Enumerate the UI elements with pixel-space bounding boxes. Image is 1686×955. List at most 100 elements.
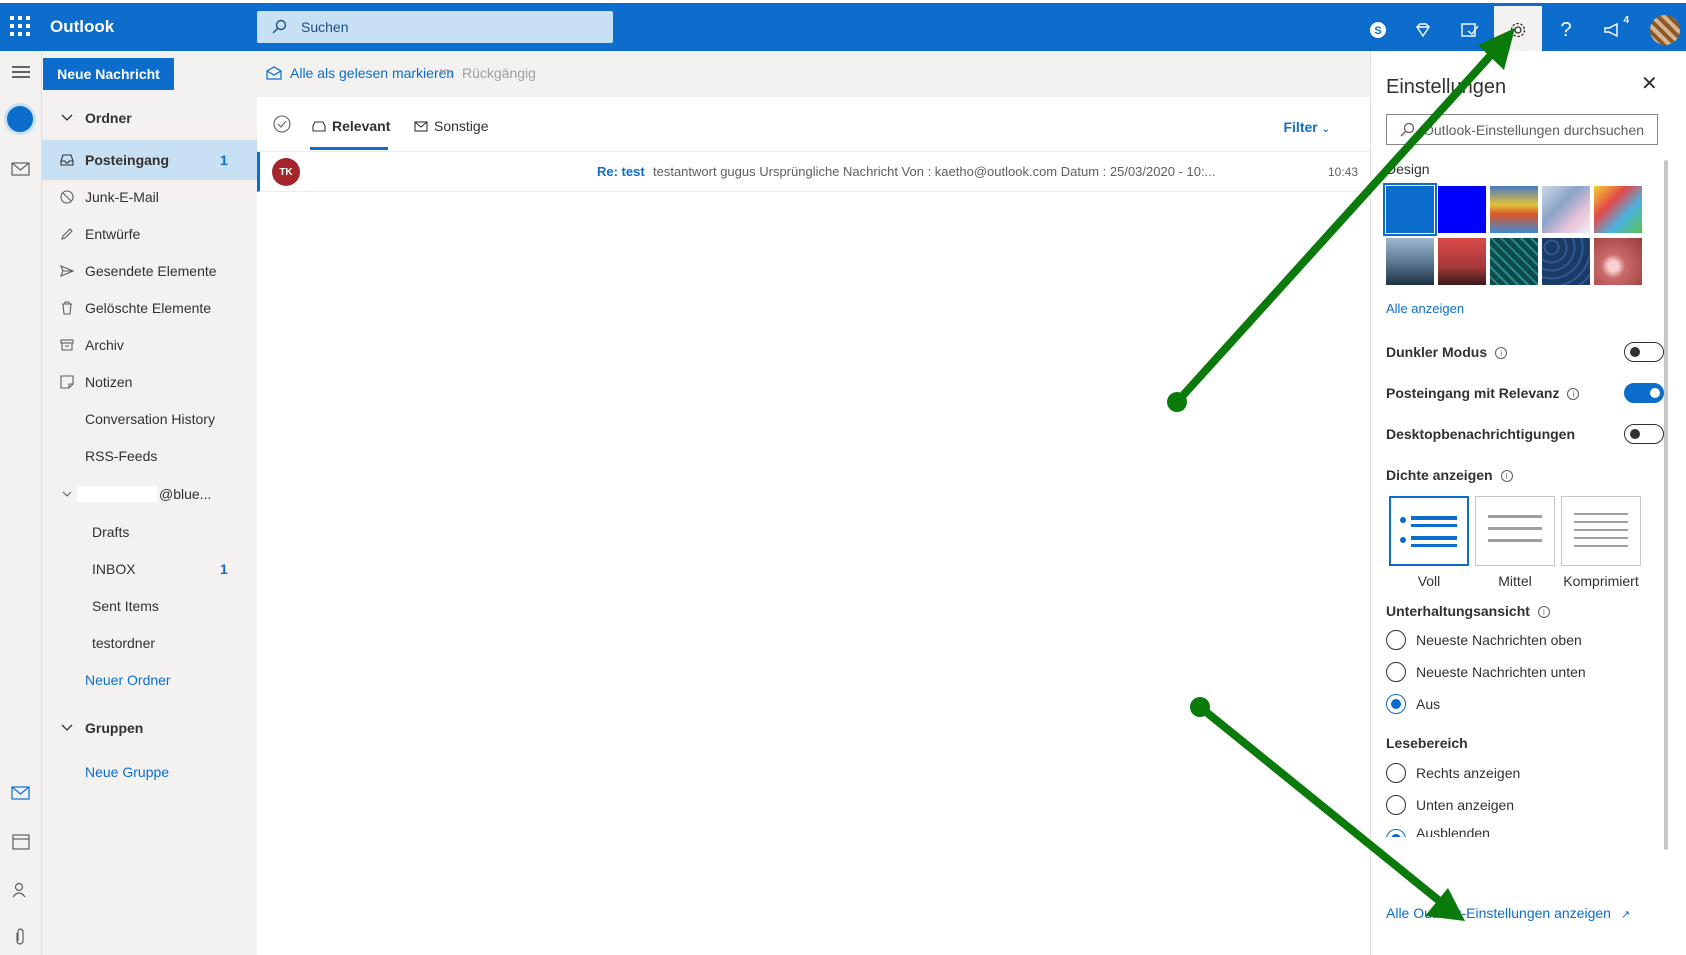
conv-newest-top-radio[interactable] [1386,630,1406,650]
theme-sunrise[interactable] [1490,186,1538,233]
rp-bottom-radio[interactable] [1386,795,1406,815]
skype-icon[interactable]: S [1354,6,1402,54]
undo-icon [440,69,453,79]
dark-mode-toggle[interactable] [1624,342,1664,362]
folder-item-junk[interactable]: Junk-E-Mail [42,177,257,217]
folder-item-drafts[interactable]: Entwürfe [42,214,257,254]
new-message-button[interactable]: Neue Nachricht [43,58,174,90]
tab-other-label: Sonstige [434,118,489,134]
account-header[interactable]: @blue... [42,474,257,514]
archive-icon [60,339,74,351]
folder-label: Notizen [85,374,133,390]
conv-newest-bottom-radio[interactable] [1386,662,1406,682]
rp-right-radio[interactable] [1386,763,1406,783]
density-medium-option[interactable] [1475,496,1555,566]
outlook-app-icon[interactable] [4,103,36,135]
desktop-notifications-toggle[interactable] [1624,424,1664,444]
folder-label: Sent Items [92,598,159,614]
rp-bottom-label: Unten anzeigen [1416,797,1515,813]
theme-space[interactable] [1542,238,1590,285]
app-launcher-icon[interactable] [8,14,32,38]
folder-item-sub-sent[interactable]: Sent Items [42,586,257,626]
inbox-icon [60,154,74,166]
theme-bright-blue[interactable] [1438,186,1486,233]
theme-abstract[interactable] [1542,186,1590,233]
my-day-icon[interactable] [1446,6,1494,54]
theme-circuit[interactable] [1490,238,1538,285]
close-icon[interactable]: ✕ [1641,71,1658,96]
settings-scrollbar[interactable] [1664,160,1668,850]
app-title[interactable]: Outlook [50,17,114,37]
folder-item-inbox[interactable]: Posteingang 1 [42,140,257,180]
search-icon [1400,122,1415,137]
chevron-down-icon [61,114,73,121]
user-avatar[interactable] [1650,15,1680,45]
folder-item-testordner[interactable]: testordner [42,623,257,663]
calendar-icon[interactable] [11,833,31,851]
info-icon: i [1567,388,1580,400]
folder-item-rss[interactable]: RSS-Feeds [42,436,257,476]
mail-icon[interactable] [11,161,31,177]
help-icon[interactable]: ? [1542,6,1590,54]
focused-inbox-toggle[interactable] [1624,383,1664,403]
all-settings-link[interactable]: Alle Outlook-Einstellungen anzeigen ↗ [1386,905,1630,921]
conversation-view-label: Unterhaltungsansicht i [1386,603,1550,619]
folder-item-sub-drafts[interactable]: Drafts [42,512,257,552]
new-folder-link[interactable]: Neuer Ordner [42,660,257,700]
hamburger-menu-icon[interactable] [10,63,32,81]
active-tab-indicator [310,147,388,150]
people-icon[interactable] [11,881,31,899]
folder-item-conversation-history[interactable]: Conversation History [42,399,257,439]
folders-section-header[interactable]: Ordner [42,98,257,138]
settings-search-input[interactable]: Outlook-Einstellungen durchsuchen [1386,114,1658,145]
settings-title: Einstellungen [1386,76,1507,98]
sender-avatar: TK [272,158,300,186]
tab-relevant[interactable]: Relevant [312,118,390,134]
attachment-icon[interactable] [13,927,27,947]
pencil-icon [61,228,73,240]
folder-item-deleted[interactable]: Gelöschte Elemente [42,288,257,328]
density-compact-option[interactable] [1561,496,1641,566]
rp-hide-radio[interactable] [1386,829,1406,837]
select-all-checkbox-icon[interactable] [273,115,291,133]
premium-diamond-icon[interactable] [1399,6,1447,54]
mail-nav-icon[interactable] [11,785,31,801]
conv-off-radio[interactable] [1386,694,1406,714]
settings-pane: Einstellungen ✕ Outlook-Einstellungen du… [1370,51,1686,955]
groups-section-header[interactable]: Gruppen [42,708,257,748]
density-label: Dichte anzeigen i [1386,467,1513,483]
svg-text:S: S [1374,25,1381,37]
theme-mountain[interactable] [1386,238,1434,285]
search-box[interactable]: Suchen [257,11,613,43]
folder-item-notes[interactable]: Notizen [42,362,257,402]
info-icon: i [1537,606,1550,618]
send-icon [60,264,75,278]
theme-bokeh[interactable] [1594,238,1642,285]
tab-other[interactable]: Sonstige [414,118,488,134]
density-full-label: Voll [1417,573,1441,589]
theme-blue[interactable] [1383,183,1437,236]
undo-button[interactable]: Rückgängig [438,65,536,81]
folder-item-sent[interactable]: Gesendete Elemente [42,251,257,291]
search-placeholder: Suchen [301,19,349,35]
new-folder-label: Neuer Ordner [85,672,171,688]
theme-rainbow[interactable] [1594,186,1642,233]
other-inbox-icon [414,121,428,132]
mark-all-read-button[interactable]: Alle als gelesen markieren [266,65,454,81]
density-medium-label: Mittel [1498,573,1532,589]
whats-new-icon[interactable]: 4 [1590,6,1638,54]
filter-dropdown[interactable]: Filter ⌄ [1283,119,1330,135]
new-group-link[interactable]: Neue Gruppe [42,752,257,792]
message-row[interactable]: TK Re: test testantwort gugus Ursprüngli… [257,152,1370,192]
chevron-down-icon: ⌄ [1321,124,1330,135]
folder-item-archive[interactable]: Archiv [42,325,257,365]
theme-palms[interactable] [1438,238,1486,285]
filter-label: Filter [1283,119,1318,135]
density-full-option[interactable] [1389,496,1469,566]
info-icon: i [1495,347,1508,359]
inbox-pivot: Relevant Sonstige Filter ⌄ [257,97,1370,152]
folder-item-sub-inbox[interactable]: INBOX 1 [42,549,257,589]
settings-gear-icon[interactable] [1494,6,1542,54]
unread-count: 1 [220,152,228,168]
show-all-themes-link[interactable]: Alle anzeigen [1386,301,1464,316]
